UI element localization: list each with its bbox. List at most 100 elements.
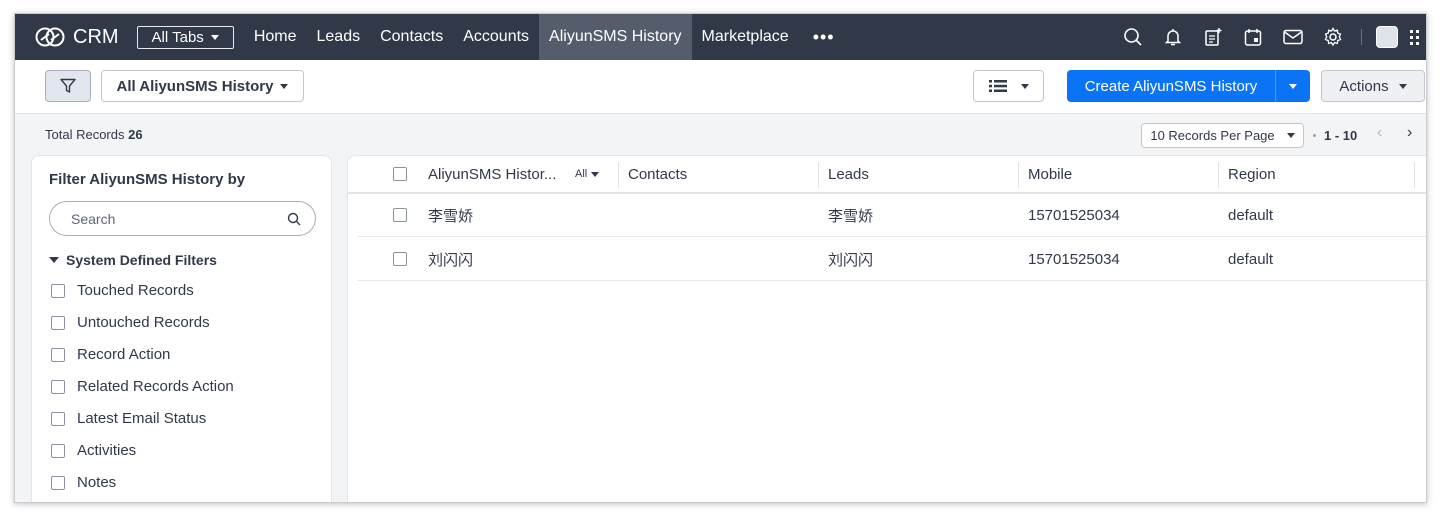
- column-header-name[interactable]: AliyunSMS Histor...: [418, 156, 556, 192]
- filter-toggle-button[interactable]: [45, 70, 91, 102]
- all-tabs-button[interactable]: All Tabs: [136, 25, 234, 49]
- filter-latest-email-status[interactable]: Latest Email Status: [51, 410, 206, 427]
- filter-item-label: Touched Records: [77, 282, 194, 299]
- actions-label: Actions: [1339, 77, 1389, 95]
- tab-marketplace[interactable]: Marketplace: [692, 14, 799, 60]
- more-tabs-button[interactable]: •••: [799, 14, 849, 60]
- tab-accounts[interactable]: Accounts: [453, 14, 539, 60]
- checkbox[interactable]: [51, 443, 65, 458]
- records-table: AliyunSMS Histor... All Contacts Leads M…: [347, 155, 1426, 502]
- filter-icon: [60, 78, 76, 93]
- chevron-down-icon: [1020, 83, 1029, 89]
- column-divider[interactable]: [1414, 162, 1415, 188]
- filter-search-placeholder: Search: [71, 210, 116, 227]
- system-filters-section-toggle[interactable]: System Defined Filters: [49, 252, 217, 268]
- cell-name[interactable]: 李雪娇: [428, 194, 473, 236]
- filter-untouched-records[interactable]: Untouched Records: [51, 314, 210, 331]
- add-note-icon[interactable]: [1193, 14, 1233, 60]
- view-select[interactable]: All AliyunSMS History: [101, 70, 304, 102]
- checkbox[interactable]: [51, 283, 65, 298]
- column-header-mobile[interactable]: Mobile: [1018, 156, 1072, 192]
- filter-item-label: Untouched Records: [77, 314, 210, 331]
- cell-mobile: 15701525034: [1028, 250, 1120, 268]
- name-column-filter[interactable]: All: [575, 168, 600, 180]
- checkbox[interactable]: [51, 347, 65, 362]
- row-checkbox[interactable]: [393, 252, 407, 266]
- column-header-region[interactable]: Region: [1218, 156, 1276, 192]
- filter-item-label: Latest Email Status: [77, 410, 207, 427]
- total-records-label: Total Records: [45, 127, 125, 142]
- table-row[interactable]: 李雪娇 李雪娇 15701525034 default: [358, 194, 1426, 237]
- chevron-right-icon[interactable]: ›: [1407, 124, 1412, 142]
- filter-item-label: Notes: [77, 474, 117, 491]
- records-per-page-select[interactable]: 10 Records Per Page: [1141, 123, 1304, 148]
- records-per-page-label: 10 Records Per Page: [1150, 128, 1275, 143]
- filter-panel: Filter AliyunSMS History by Search Syste…: [31, 155, 332, 502]
- total-records: Total Records 26: [45, 127, 143, 142]
- tab-leads[interactable]: Leads: [307, 14, 371, 60]
- page-range: 1 - 10: [1324, 128, 1358, 143]
- filter-related-records-action[interactable]: Related Records Action: [51, 378, 234, 395]
- apps-grid-icon[interactable]: [1404, 14, 1426, 60]
- chevron-down-icon: [591, 171, 600, 177]
- select-all-checkbox[interactable]: [393, 167, 407, 181]
- gear-icon[interactable]: [1313, 14, 1353, 60]
- actions-button[interactable]: Actions: [1321, 70, 1425, 102]
- create-options-dropdown[interactable]: [1275, 70, 1310, 102]
- column-header-contacts[interactable]: Contacts: [618, 156, 687, 192]
- chevron-down-icon: [280, 83, 289, 89]
- mail-icon[interactable]: [1273, 14, 1313, 60]
- row-checkbox[interactable]: [393, 208, 407, 222]
- cell-region: default: [1228, 250, 1274, 268]
- app-window: CRM All Tabs Home Leads Contacts Account…: [14, 13, 1427, 503]
- filter-activities[interactable]: Activities: [51, 442, 136, 459]
- crm-logo[interactable]: CRM: [35, 26, 119, 49]
- search-icon: [287, 212, 301, 226]
- cell-leads[interactable]: 李雪娇: [828, 194, 873, 236]
- top-nav: CRM All Tabs Home Leads Contacts Account…: [15, 14, 1426, 60]
- brand-name: CRM: [73, 25, 119, 48]
- chevron-down-icon: [210, 34, 219, 40]
- tab-aliyunsms-history[interactable]: AliyunSMS History: [539, 14, 692, 60]
- chevron-down-icon: [1286, 133, 1295, 138]
- filter-record-action[interactable]: Record Action: [51, 346, 170, 363]
- avatar[interactable]: [1376, 26, 1398, 48]
- list-icon: [988, 80, 1007, 92]
- all-tabs-label: All Tabs: [151, 28, 204, 46]
- list-toolbar: All AliyunSMS History Create AliyunSMS H…: [15, 60, 1426, 114]
- checkbox[interactable]: [51, 315, 65, 330]
- cell-leads[interactable]: 刘闪闪: [828, 238, 873, 280]
- tab-contacts[interactable]: Contacts: [370, 14, 453, 60]
- chevron-left-icon[interactable]: ‹: [1377, 124, 1382, 142]
- crm-logo-icon: [35, 27, 65, 47]
- filter-panel-title: Filter AliyunSMS History by: [49, 171, 246, 188]
- module-tabs: Home Leads Contacts Accounts AliyunSMS H…: [244, 14, 849, 60]
- records-bar: Total Records 26 10 Records Per Page 1 -…: [15, 115, 1426, 153]
- system-filters-title: System Defined Filters: [66, 252, 217, 268]
- chevron-down-icon: [1289, 83, 1297, 89]
- bell-icon[interactable]: [1153, 14, 1193, 60]
- create-record-button[interactable]: Create AliyunSMS History: [1067, 70, 1275, 102]
- search-icon[interactable]: [1113, 14, 1153, 60]
- name-column-filter-label: All: [575, 168, 588, 180]
- checkbox[interactable]: [51, 379, 65, 394]
- list-view-toggle[interactable]: [973, 70, 1044, 102]
- filter-touched-records[interactable]: Touched Records: [51, 282, 194, 299]
- table-row[interactable]: 刘闪闪 刘闪闪 15701525034 default: [358, 238, 1426, 281]
- calendar-icon[interactable]: [1233, 14, 1273, 60]
- total-records-count: 26: [128, 127, 143, 142]
- pagination-dot: [1313, 134, 1316, 137]
- chevron-down-icon: [1398, 83, 1407, 89]
- filter-item-label: Record Action: [77, 346, 171, 363]
- filter-search-input[interactable]: Search: [49, 201, 316, 236]
- filter-notes[interactable]: Notes: [51, 474, 116, 491]
- checkbox[interactable]: [51, 411, 65, 426]
- checkbox[interactable]: [51, 475, 65, 490]
- nav-divider: [1361, 29, 1362, 45]
- filter-item-label: Related Records Action: [77, 378, 234, 395]
- column-header-leads[interactable]: Leads: [818, 156, 869, 192]
- cell-name[interactable]: 刘闪闪: [428, 238, 473, 280]
- view-select-label: All AliyunSMS History: [116, 77, 274, 95]
- cell-region: default: [1228, 206, 1274, 224]
- tab-home[interactable]: Home: [244, 14, 307, 60]
